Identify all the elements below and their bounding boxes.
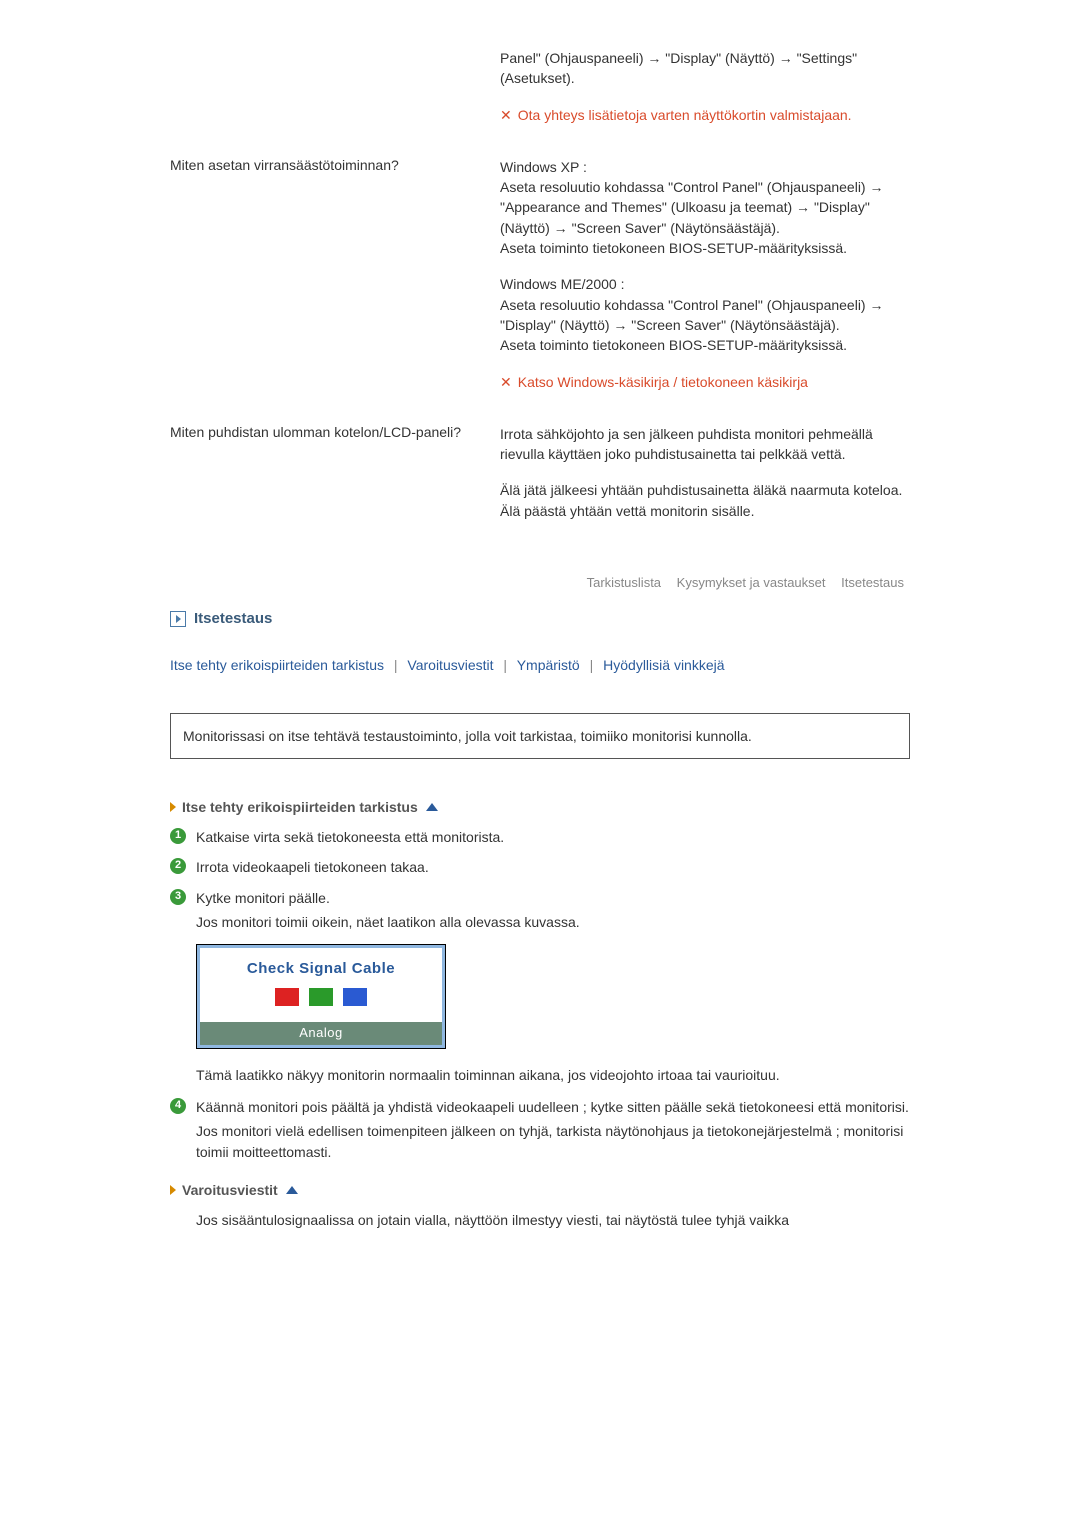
faq-table: Panel" (Ohjauspaneeli) → "Display" (Näyt…	[170, 40, 910, 545]
info-box: Monitorissasi on itse tehtävä testaustoi…	[170, 713, 910, 759]
sub-title: Varoitusviestit	[182, 1182, 278, 1198]
section-header: Itsetestaus	[170, 610, 910, 627]
step-item: 3 Kytke monitori päälle. Jos monitori to…	[170, 888, 910, 1085]
step-item: 1 Katkaise virta sekä tietokoneesta että…	[170, 827, 910, 847]
step-text: Irrota videokaapeli tietokoneen takaa.	[196, 859, 429, 875]
divider: |	[503, 657, 507, 673]
signal-cable-image: Check Signal Cable Analog	[196, 944, 446, 1049]
answer-text: Irrota sähköjohto ja sen jälkeen puhdist…	[500, 424, 910, 465]
sub-title: Itse tehty erikoispiirteiden tarkistus	[182, 799, 418, 815]
step-subtext: Tämä laatikko näkyy monitorin normaalin …	[196, 1065, 910, 1085]
nav-link-selftest[interactable]: Itsetestaus	[841, 575, 904, 590]
step-number-icon: 2	[170, 858, 186, 874]
step-text: Käännä monitori pois päältä ja yhdistä v…	[196, 1099, 909, 1115]
sub-header-warnings: Varoitusviestit	[170, 1182, 910, 1198]
section-title: Itsetestaus	[194, 610, 272, 627]
note-marker-icon: ✕	[500, 107, 512, 123]
image-bar-label: Analog	[200, 1022, 442, 1045]
answer-text: Panel" (Ohjauspaneeli) → "Display" (Näyt…	[500, 48, 910, 89]
step-number-icon: 3	[170, 889, 186, 905]
bullet-icon	[170, 802, 176, 812]
faq-question	[170, 40, 500, 149]
warning-paragraph: Jos sisääntulosignaalissa on jotain vial…	[196, 1210, 910, 1231]
nav-links: Tarkistuslista Kysymykset ja vastaukset …	[170, 545, 910, 610]
jump-link-selftest[interactable]: Itse tehty erikoispiirteiden tarkistus	[170, 657, 384, 673]
answer-text: Windows ME/2000 : Aseta resoluutio kohda…	[500, 274, 910, 355]
divider: |	[590, 657, 594, 673]
step-item: 2 Irrota videokaapeli tietokoneen takaa.	[170, 857, 910, 877]
green-square-icon	[309, 988, 333, 1006]
image-title: Check Signal Cable	[200, 958, 442, 980]
step-item: 4 Käännä monitori pois päältä ja yhdistä…	[170, 1097, 910, 1162]
answer-note: ✕Ota yhteys lisätietoja varten näyttökor…	[500, 105, 910, 125]
step-list: 1 Katkaise virta sekä tietokoneesta että…	[170, 827, 910, 1162]
faq-question: Miten asetan virransäästötoiminnan?	[170, 149, 500, 416]
red-square-icon	[275, 988, 299, 1006]
step-text: Katkaise virta sekä tietokoneesta että m…	[196, 829, 504, 845]
nav-link-qa[interactable]: Kysymykset ja vastaukset	[677, 575, 826, 590]
up-triangle-icon[interactable]	[286, 1186, 298, 1194]
answer-note: ✕Katso Windows-käsikirja / tietokoneen k…	[500, 372, 910, 392]
step-subtext: Jos monitori toimii oikein, näet laatiko…	[196, 912, 910, 932]
section-arrow-icon	[170, 611, 186, 627]
step-number-icon: 4	[170, 1098, 186, 1114]
faq-answer: Windows XP : Aseta resoluutio kohdassa "…	[500, 149, 910, 416]
bullet-icon	[170, 1185, 176, 1195]
jump-link-warnings[interactable]: Varoitusviestit	[407, 657, 493, 673]
nav-link-checklist[interactable]: Tarkistuslista	[587, 575, 661, 590]
step-text: Kytke monitori päälle.	[196, 890, 330, 906]
color-squares	[200, 988, 442, 1006]
faq-question: Miten puhdistan ulomman kotelon/LCD-pane…	[170, 416, 500, 545]
divider: |	[394, 657, 398, 673]
jump-link-tips[interactable]: Hyödyllisiä vinkkejä	[603, 657, 724, 673]
note-marker-icon: ✕	[500, 374, 512, 390]
faq-answer: Panel" (Ohjauspaneeli) → "Display" (Näyt…	[500, 40, 910, 149]
jump-links: Itse tehty erikoispiirteiden tarkistus |…	[170, 657, 910, 673]
step-subtext: Jos monitori vielä edellisen toimenpitee…	[196, 1121, 910, 1162]
step-number-icon: 1	[170, 828, 186, 844]
jump-link-environment[interactable]: Ympäristö	[517, 657, 580, 673]
blue-square-icon	[343, 988, 367, 1006]
answer-text: Älä jätä jälkeesi yhtään puhdistusainett…	[500, 480, 910, 521]
faq-answer: Irrota sähköjohto ja sen jälkeen puhdist…	[500, 416, 910, 545]
sub-header-selftest: Itse tehty erikoispiirteiden tarkistus	[170, 799, 910, 815]
up-triangle-icon[interactable]	[426, 803, 438, 811]
answer-text: Windows XP : Aseta resoluutio kohdassa "…	[500, 157, 910, 258]
